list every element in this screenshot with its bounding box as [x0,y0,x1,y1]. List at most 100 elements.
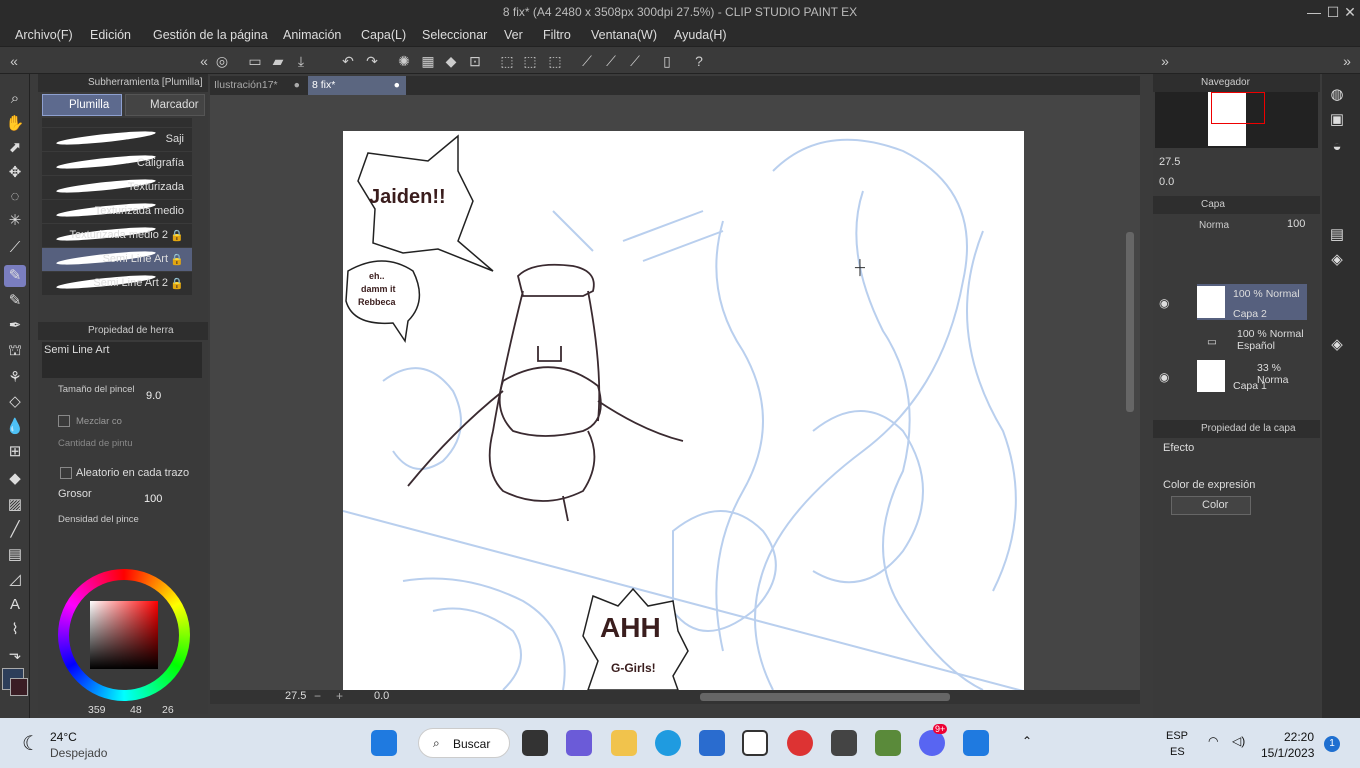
vertical-scrollbar[interactable] [1126,232,1134,412]
weather-temp[interactable]: 24°C [50,730,77,744]
collapse-left-icon[interactable]: « [4,51,24,71]
brush-item-selected[interactable]: Semi Line Art 🔒 [42,248,192,272]
zoom-value[interactable]: 27.5 [285,690,306,702]
navigator-preview[interactable] [1155,92,1318,148]
tab-marcador[interactable]: Marcador [125,94,205,116]
fill-icon[interactable]: ◆ [441,51,461,71]
lasso-tool-icon[interactable]: ◌ [4,186,26,208]
zoom-out-icon[interactable]: − [314,689,321,703]
open-file-icon[interactable]: ▰ [268,51,288,71]
app-icon[interactable] [831,730,857,756]
chevron-up-icon[interactable]: ⌃ [1022,734,1032,748]
save-icon[interactable]: ⤓ [291,51,311,71]
color-square[interactable] [90,601,158,669]
brush-item[interactable]: Texturizada medio 2 🔒 [42,224,192,248]
chat-icon[interactable] [566,730,592,756]
history-icon[interactable]: ▣ [1326,109,1348,131]
undo-icon[interactable]: ↶ [338,51,358,71]
tab-close-icon[interactable]: ● [294,76,300,95]
opacity-value[interactable]: 100 [1287,218,1305,230]
selection-invert-icon[interactable]: ⬚ [520,51,540,71]
brush-item[interactable]: Saji [42,128,192,152]
line-tool-icon[interactable]: ╱ [4,519,26,541]
menu-capa[interactable]: Capa(L) [361,28,406,42]
zoom-in-icon[interactable]: + [336,689,343,703]
layer-row[interactable]: ▭ 100 % Normal Español [1197,324,1307,360]
clock-time[interactable]: 22:20 [1284,730,1314,744]
operation-tool-icon[interactable]: ⬈ [4,137,26,159]
navigator-angle[interactable]: 0.0 [1159,176,1174,188]
tab-plumilla[interactable]: Plumilla [42,94,122,116]
opera-icon[interactable] [787,730,813,756]
ruler-tool-icon[interactable]: ◿ [4,569,26,591]
redo-icon[interactable]: ↷ [362,51,382,71]
menu-gestion[interactable]: Gestión de la página [153,28,268,42]
task-view-icon[interactable] [522,730,548,756]
mix-checkbox[interactable] [58,415,70,427]
brush-item[interactable]: Texturizada [42,176,192,200]
collapse-right-icon[interactable]: » [1155,51,1175,71]
mail-icon[interactable] [963,730,989,756]
brush-tool-icon[interactable]: ✒ [4,315,26,337]
minecraft-icon[interactable] [875,730,901,756]
palette-icon[interactable]: ◍ [1326,84,1348,106]
navigator-zoom[interactable]: 27.5 [1159,156,1180,168]
start-icon[interactable] [371,730,397,756]
gradient-tool-icon[interactable]: ▨ [4,494,26,516]
random-checkbox[interactable] [60,467,72,479]
loading-icon[interactable]: ✺ [394,51,414,71]
visibility-eye-icon[interactable]: ◉ [1159,296,1169,310]
navigator-viewport[interactable] [1211,92,1265,124]
pen-tool-icon[interactable]: ✎ [4,265,26,287]
layer-row[interactable]: 100 % Normal Capa 2 [1197,284,1307,320]
grid-tool-icon[interactable]: ⊞ [4,441,26,463]
material-icon[interactable]: ◒ [1326,136,1348,158]
blend-mode[interactable]: Norma [1199,220,1229,231]
brush-item-maru[interactable] [42,118,192,128]
brush-item[interactable]: Semi Line Art 2 🔒 [42,272,192,296]
layer-search-icon[interactable]: ◈ [1326,334,1348,356]
minimize-button[interactable]: — [1304,2,1324,22]
tab-ilustracion17[interactable]: Ilustración17* ● [210,76,306,95]
menu-edicion[interactable]: Edición [90,28,131,42]
visibility-eye-icon[interactable]: ◉ [1159,370,1169,384]
selection-icon[interactable]: ⬚ [497,51,517,71]
edge-icon[interactable] [655,730,681,756]
volume-icon[interactable]: ◁) [1232,734,1245,748]
clock-date[interactable]: 15/1/2023 [1261,746,1314,760]
thickness-value[interactable]: 100 [144,493,162,505]
new-file-icon[interactable]: ▭ [245,51,265,71]
tab-close-icon[interactable]: ● [394,76,400,95]
device-icon[interactable]: ▯ [657,51,677,71]
brush-item[interactable]: Caligrafía [42,152,192,176]
pencil-tool-icon[interactable]: ✎ [4,290,26,312]
close-button[interactable]: ✕ [1340,2,1360,22]
store-icon[interactable] [699,730,725,756]
magic-wand-icon[interactable]: ✳ [4,210,26,232]
lang-label[interactable]: ESP [1166,730,1188,742]
tab-8fix[interactable]: 8 fix* ● [308,76,406,95]
ruler-icon[interactable]: ⟋ [577,51,597,71]
menu-animacion[interactable]: Animación [283,28,341,42]
hand-tool-icon[interactable]: ✋ [4,113,26,135]
correct-line-icon[interactable]: ⬎ [4,644,26,666]
blend-tool-icon[interactable]: 💧 [4,416,26,438]
menu-seleccionar[interactable]: Seleccionar [422,28,487,42]
move-tool-icon[interactable]: ✥ [4,162,26,184]
collapse-far-right-icon[interactable]: » [1337,51,1357,71]
menu-ayuda[interactable]: Ayuda(H) [674,28,727,42]
file-explorer-icon[interactable] [611,730,637,756]
clear-icon[interactable]: ▦ [418,51,438,71]
horizontal-scrollbar[interactable] [700,693,950,701]
stack-icon[interactable]: ◈ [1326,249,1348,271]
menu-archivo[interactable]: Archivo(F) [15,28,73,42]
fill-tool-icon[interactable]: ◆ [4,468,26,490]
pen-line-icon[interactable]: ⟋ [625,51,645,71]
angle-value[interactable]: 0.0 [374,690,389,702]
frame-tool-icon[interactable]: ▤ [4,544,26,566]
decoration-tool-icon[interactable]: ⚘ [4,367,26,389]
eyedropper-icon[interactable]: ⟋ [4,237,26,259]
discord-icon[interactable]: 9+ [919,724,948,756]
balloon-tool-icon[interactable]: ⌇ [4,619,26,641]
airbrush-tool-icon[interactable]: ⛫ [4,340,26,362]
